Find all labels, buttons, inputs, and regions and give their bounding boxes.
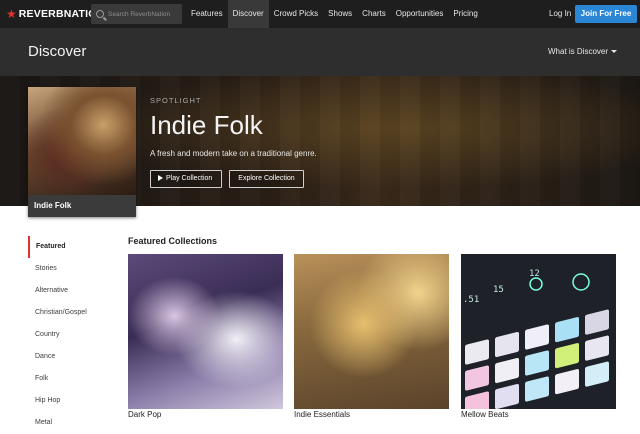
what-is-discover-label: What is Discover: [548, 47, 609, 56]
sidebar-item-country[interactable]: Country: [28, 324, 100, 346]
sidebar-item-featured[interactable]: Featured: [28, 236, 100, 258]
sidebar-item-christian-gospel[interactable]: Christian/Gospel: [28, 302, 100, 324]
nav-discover[interactable]: Discover: [227, 0, 269, 28]
page-title: Discover: [28, 43, 87, 60]
collection-tile-indie-essentials[interactable]: [294, 254, 449, 409]
reverbnation-logo[interactable]: ★ REVERBNATION: [6, 7, 104, 21]
svg-text:.51: .51: [463, 295, 479, 305]
svg-text:15: 15: [493, 285, 504, 295]
sidebar-item-hip-hop[interactable]: Hip Hop: [28, 390, 100, 412]
play-icon: [158, 175, 163, 182]
hero-title: Indie Folk: [150, 110, 263, 140]
sidebar-item-dance[interactable]: Dance: [28, 346, 100, 368]
main-nav: Features Discover Crowd Picks Shows Char…: [186, 0, 483, 28]
nav-opportunities[interactable]: Opportunities: [391, 0, 449, 28]
collection-tile-mellow-beats[interactable]: .51 15 12: [461, 254, 616, 409]
collection-tile-dark-pop[interactable]: [128, 254, 283, 409]
discover-header: Discover What is Discover: [0, 28, 640, 76]
what-is-discover-dropdown[interactable]: What is Discover: [548, 47, 618, 56]
nav-crowd-picks[interactable]: Crowd Picks: [269, 0, 323, 28]
sidebar-item-alternative[interactable]: Alternative: [28, 280, 100, 302]
search-box[interactable]: [91, 4, 182, 24]
join-button[interactable]: Join For Free: [575, 5, 637, 23]
explore-collection-button[interactable]: Explore Collection: [229, 170, 304, 188]
search-input[interactable]: [108, 10, 178, 18]
sidebar-item-stories[interactable]: Stories: [28, 258, 100, 280]
collection-caption-indie-essentials[interactable]: Indie Essentials: [294, 410, 350, 419]
spotlight-kicker: SPOTLIGHT: [150, 96, 202, 105]
collection-caption-dark-pop[interactable]: Dark Pop: [128, 410, 161, 419]
play-collection-label: Play Collection: [166, 175, 213, 182]
cover-caption: Indie Folk: [28, 195, 136, 217]
genre-sidebar: Featured Stories Alternative Christian/G…: [28, 236, 100, 434]
caret-down-icon: [611, 50, 618, 54]
hero-subtitle: A fresh and modern take on a traditional…: [150, 149, 317, 158]
sidebar-item-folk[interactable]: Folk: [28, 368, 100, 390]
launchpad-image: .511512: [463, 269, 609, 409]
login-link[interactable]: Log In: [549, 0, 571, 28]
nav-features[interactable]: Features: [186, 0, 228, 28]
play-collection-button[interactable]: Play Collection: [150, 170, 222, 188]
collection-caption-mellow-beats[interactable]: Mellow Beats: [461, 410, 509, 419]
sidebar-item-metal[interactable]: Metal: [28, 412, 100, 434]
cover-image: [28, 87, 136, 195]
featured-collections-title: Featured Collections: [128, 236, 218, 246]
search-icon: [96, 10, 104, 18]
nav-pricing[interactable]: Pricing: [448, 0, 482, 28]
spotlight-cover[interactable]: Indie Folk: [28, 87, 136, 217]
nav-shows[interactable]: Shows: [323, 0, 357, 28]
nav-charts[interactable]: Charts: [357, 0, 391, 28]
top-nav: ★ REVERBNATION Features Discover Crowd P…: [0, 0, 640, 28]
star-icon: ★: [6, 7, 17, 21]
